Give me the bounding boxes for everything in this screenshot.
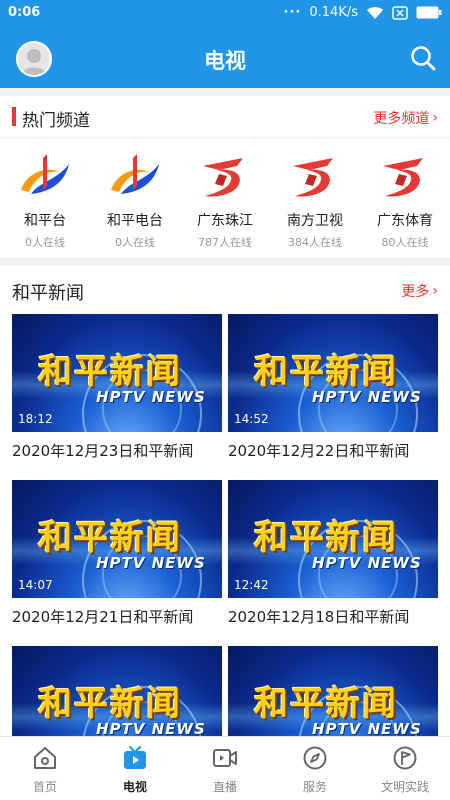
heping-news-section: 和平新闻 更多 › 和平新闻 HPTV NEWS 18:12 2020年12月2… xyxy=(0,266,450,736)
channel-item[interactable]: 南方卫视 384人在线 xyxy=(270,148,360,256)
guangdong-channel-logo-icon xyxy=(197,152,253,202)
thumbnail-logo-en: HPTV NEWS xyxy=(312,720,422,736)
flag-circle-icon xyxy=(393,746,417,770)
channel-online-count: 787人在线 xyxy=(198,236,252,249)
channel-online-count: 0人在线 xyxy=(25,236,65,249)
news-card[interactable]: 和平新闻 HPTV NEWS 12:42 2020年12月18日和平新闻 xyxy=(228,480,438,627)
news-card[interactable]: 和平新闻 HPTV NEWS 14:07 2020年12月21日和平新闻 xyxy=(12,480,222,627)
thumbnail-logo-en: HPTV NEWS xyxy=(96,720,206,736)
channel-name: 和平台 xyxy=(24,213,66,229)
hot-channels-title: 热门频道 xyxy=(22,111,90,131)
news-card[interactable]: 和平新闻 HPTV NEWS xyxy=(12,646,222,736)
channel-online-count: 384人在线 xyxy=(288,236,342,249)
channel-item[interactable]: 和平电台 0人在线 xyxy=(90,148,180,256)
more-news-link[interactable]: 更多 › xyxy=(401,281,438,301)
home-icon xyxy=(34,747,56,769)
search-icon xyxy=(411,46,436,71)
more-news-label: 更多 xyxy=(401,284,430,300)
guangdong-channel-logo-icon xyxy=(287,152,343,202)
tab-label: 服务 xyxy=(302,780,327,794)
heping-channel-logo-icon xyxy=(17,152,73,202)
search-button[interactable] xyxy=(410,45,436,71)
channel-name: 广东珠江 xyxy=(197,213,253,229)
channel-online-count: 0人在线 xyxy=(115,236,155,249)
thumbnail-logo-en: HPTV NEWS xyxy=(312,554,422,572)
news-title[interactable]: 2020年12月22日和平新闻 xyxy=(228,440,438,461)
network-speed: 0.14K/s xyxy=(309,5,358,20)
tab-home[interactable]: 首页 xyxy=(0,737,90,800)
thumbnail-logo-cn: 和平新闻 xyxy=(254,352,398,392)
status-indicators: ··· 0.14K/s xyxy=(284,5,442,20)
news-title[interactable]: 2020年12月18日和平新闻 xyxy=(228,606,438,627)
more-channels-label: 更多频道 xyxy=(373,111,430,127)
tab-civilization-practice[interactable]: 文明实践 xyxy=(360,737,450,800)
bottom-tab-bar: 首页 电视 直播 服务 文明实践 xyxy=(0,736,450,800)
channel-item[interactable]: 和平台 0人在线 xyxy=(0,148,90,256)
app-header: 电视 xyxy=(0,28,450,88)
section-accent-bar xyxy=(12,107,16,126)
news-thumbnail[interactable]: 和平新闻 HPTV NEWS xyxy=(228,646,438,736)
tab-label: 电视 xyxy=(122,780,147,794)
app-root: 0:06 ··· 0.14K/s 电视 热门频道 更多频道 › 和平台 0人在线… xyxy=(0,0,450,800)
page-title: 电视 xyxy=(204,49,246,73)
thumbnail-logo-cn: 和平新闻 xyxy=(254,684,398,724)
news-thumbnail[interactable]: 和平新闻 HPTV NEWS 12:42 xyxy=(228,480,438,598)
battery-icon xyxy=(416,6,442,19)
sim-card-icon xyxy=(392,5,408,20)
tab-label: 首页 xyxy=(32,780,57,794)
notification-dots-icon: ··· xyxy=(283,5,302,20)
compass-icon xyxy=(303,746,327,770)
tab-label: 文明实践 xyxy=(380,780,429,794)
thumbnail-logo-cn: 和平新闻 xyxy=(254,518,398,558)
divider xyxy=(0,137,450,138)
thumbnail-logo-en: HPTV NEWS xyxy=(96,388,206,406)
news-card[interactable]: 和平新闻 HPTV NEWS 14:52 2020年12月22日和平新闻 xyxy=(228,314,438,461)
tab-live[interactable]: 直播 xyxy=(180,737,270,800)
tab-tv[interactable]: 电视 xyxy=(90,737,180,800)
channel-name: 广东体育 xyxy=(377,213,433,229)
heping-channel-logo-icon xyxy=(107,152,163,202)
hot-channels-header: 热门频道 更多频道 › xyxy=(0,96,450,136)
thumbnail-logo-en: HPTV NEWS xyxy=(312,388,422,406)
channel-name: 和平电台 xyxy=(107,213,163,229)
tab-label: 直播 xyxy=(212,780,237,794)
news-thumbnail[interactable]: 和平新闻 HPTV NEWS 18:12 xyxy=(12,314,222,432)
channel-online-count: 80人在线 xyxy=(381,236,429,249)
thumbnail-logo-cn: 和平新闻 xyxy=(38,518,182,558)
tv-icon xyxy=(124,746,146,769)
thumbnail-logo-en: HPTV NEWS xyxy=(96,554,206,572)
wifi-icon xyxy=(366,6,384,20)
news-thumbnail[interactable]: 和平新闻 HPTV NEWS 14:07 xyxy=(12,480,222,598)
thumbnail-logo-cn: 和平新闻 xyxy=(38,684,182,724)
live-video-icon xyxy=(213,749,237,767)
hot-channels-section: 热门频道 更多频道 › 和平台 0人在线 和平电台 0人在线 广东珠江 787人… xyxy=(0,96,450,258)
video-duration: 14:07 xyxy=(18,578,53,592)
channel-list: 和平台 0人在线 和平电台 0人在线 广东珠江 787人在线 南方卫视 384人… xyxy=(0,148,450,256)
thumbnail-logo-cn: 和平新闻 xyxy=(38,352,182,392)
video-duration: 18:12 xyxy=(18,412,53,426)
news-title[interactable]: 2020年12月21日和平新闻 xyxy=(12,606,222,627)
news-thumbnail[interactable]: 和平新闻 HPTV NEWS xyxy=(12,646,222,736)
news-thumbnail[interactable]: 和平新闻 HPTV NEWS 14:52 xyxy=(228,314,438,432)
news-card[interactable]: 和平新闻 HPTV NEWS xyxy=(228,646,438,736)
status-bar: 0:06 ··· 0.14K/s xyxy=(0,0,450,28)
guangdong-channel-logo-icon xyxy=(377,152,433,202)
news-section-title: 和平新闻 xyxy=(12,283,84,304)
news-title[interactable]: 2020年12月23日和平新闻 xyxy=(12,440,222,461)
channel-name: 南方卫视 xyxy=(287,213,343,229)
channel-item[interactable]: 广东体育 80人在线 xyxy=(360,148,450,256)
chevron-right-icon: › xyxy=(432,283,438,299)
video-duration: 14:52 xyxy=(234,412,269,426)
chevron-right-icon: › xyxy=(432,110,438,126)
channel-item[interactable]: 广东珠江 787人在线 xyxy=(180,148,270,256)
news-card[interactable]: 和平新闻 HPTV NEWS 18:12 2020年12月23日和平新闻 xyxy=(12,314,222,461)
tab-services[interactable]: 服务 xyxy=(270,737,360,800)
status-time: 0:06 xyxy=(8,5,41,20)
more-channels-link[interactable]: 更多频道 › xyxy=(373,108,438,128)
video-duration: 12:42 xyxy=(234,578,269,592)
